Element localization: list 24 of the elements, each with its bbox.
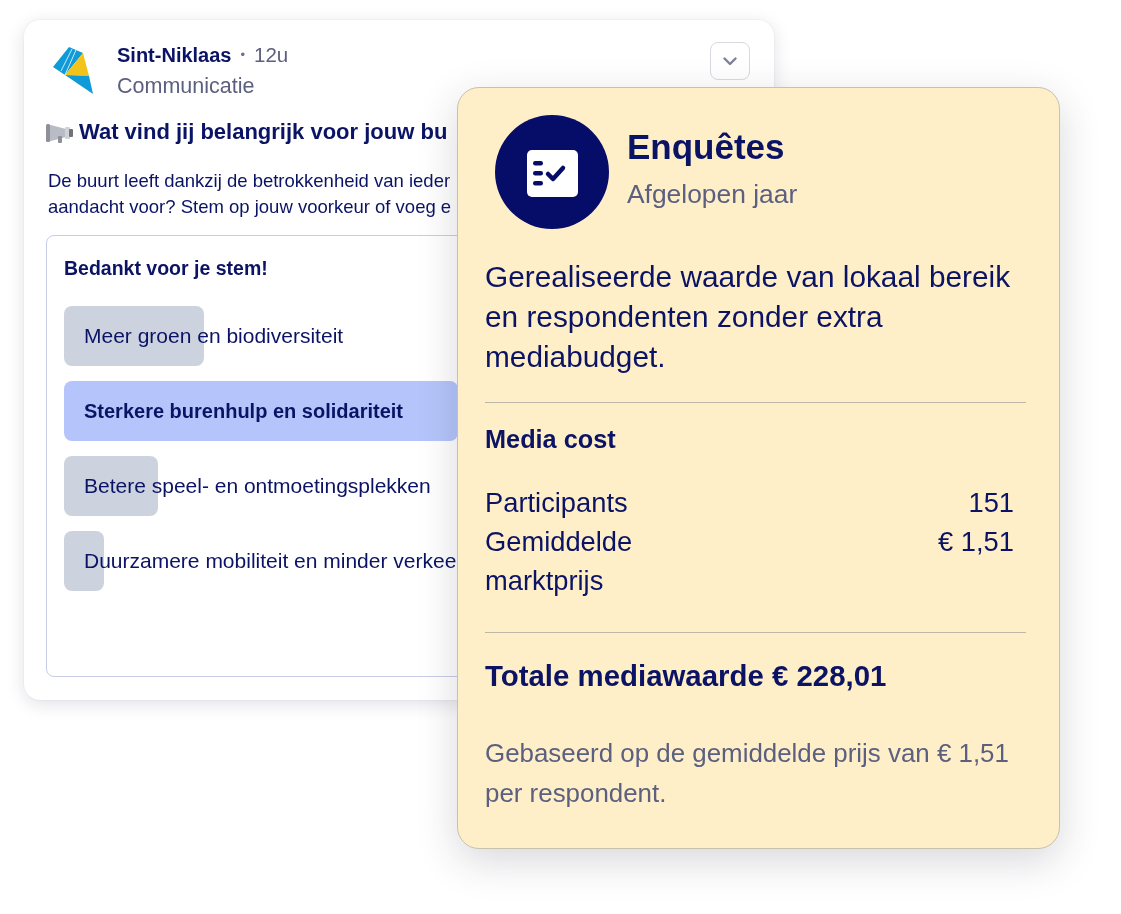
post-time: 12u xyxy=(254,43,289,67)
bullet-separator: • xyxy=(240,47,246,63)
checklist-icon xyxy=(495,115,609,229)
chevron-down-icon xyxy=(723,56,737,66)
footnote: Gebaseerd op de gemiddelde prijs van € 1,51 per respondent. xyxy=(485,738,1010,809)
stat-value: 151 xyxy=(968,486,1014,520)
total-value: Totale mediawaarde € 228,01 xyxy=(485,658,887,694)
option-label: Sterkere burenhulp en solidariteit xyxy=(84,399,403,424)
expand-button[interactable] xyxy=(710,42,750,80)
stat-label: Gemiddelde marktprijs xyxy=(485,525,634,598)
poll-heading: Bedankt voor je stem! xyxy=(64,256,268,280)
option-label: Meer groen en biodiversiteit xyxy=(84,323,344,349)
option-label: Betere speel- en ontmoetingsplekken xyxy=(84,473,431,499)
post-body: De buurt leeft dankzij de betrokkenheid van ieder aandacht voor? Stem op jouw voorkeur of voeg e xyxy=(48,169,452,219)
section-title: Media cost xyxy=(485,424,616,455)
category-label: Communicatie xyxy=(117,73,255,99)
post-title: Wat vind jij belangrijk voor jouw bu xyxy=(79,118,448,146)
card-title: Enquêtes xyxy=(627,126,785,168)
stat-label: Participants xyxy=(485,486,628,520)
card-subtitle: Afgelopen jaar xyxy=(627,178,798,211)
option-label: Duurzamere mobiliteit en minder verkee xyxy=(84,548,457,574)
card-description: Gerealiseerde waarde van lokaal bereik en respondenten zonder extra mediabudget. xyxy=(485,259,1012,375)
author-name: Sint-Niklaas xyxy=(117,43,232,67)
stat-value: € 1,51 xyxy=(938,525,1014,559)
